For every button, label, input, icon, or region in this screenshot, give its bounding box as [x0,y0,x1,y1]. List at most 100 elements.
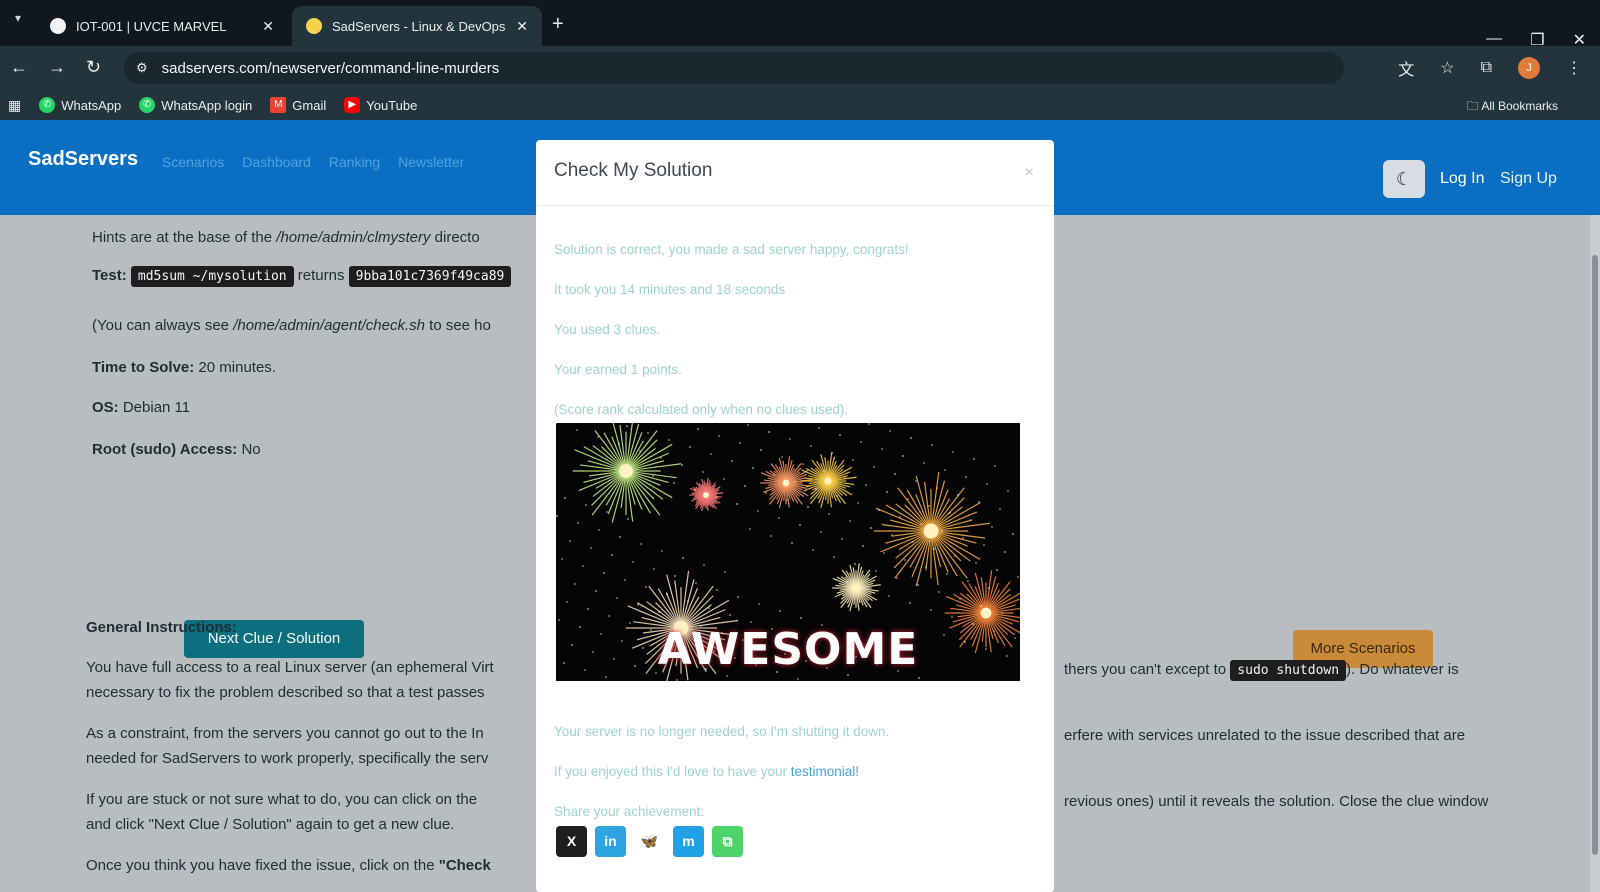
site-brand[interactable]: SadServers [28,148,138,171]
tab-iot[interactable]: IOT-001 | UVCE MARVEL ✕ [36,6,288,46]
label: OS: [92,399,119,416]
share-label: Share your achievement: [554,804,705,819]
os-line: OS: Debian 11 [92,395,190,420]
forward-icon[interactable]: → [48,58,66,76]
test-line: Test: md5sum ~/mysolution returns 9bba10… [92,263,512,289]
nav-dashboard[interactable]: Dashboard [242,154,311,170]
time-to-solve: Time to Solve: 20 minutes. [92,355,276,380]
text: ). Do whatever is [1346,661,1459,678]
menu-icon[interactable]: ⋮ [1566,58,1582,78]
bookmark-youtube[interactable]: ▶ YouTube [344,97,417,113]
site-nav-links: Scenarios Dashboard Ranking Newsletter [162,154,464,170]
back-icon[interactable]: ← [10,58,28,76]
folder-icon: 🗀 [1466,99,1479,113]
url-text[interactable]: sadservers.com/newserver/command-line-mu… [162,60,500,77]
shutdown-message: Your server is no longer needed, so I'm … [554,724,890,739]
extensions-icon[interactable]: ⧉ [1481,59,1492,77]
bookmark-label: Gmail [292,97,327,113]
check-line: (You can always see /home/admin/agent/ch… [92,313,491,338]
bookmarks-bar: ▦ ✆ WhatsApp ✆ WhatsApp login M Gmail ▶ … [0,90,1600,120]
paragraph-text: erfere with services unrelated to the is… [1064,727,1466,744]
tab-close-icon[interactable]: ✕ [516,18,528,35]
bookmark-whatsapp-login[interactable]: ✆ WhatsApp login [139,97,252,113]
bookmark-whatsapp[interactable]: ✆ WhatsApp [39,97,121,113]
bookmark-label: YouTube [366,97,418,113]
toolbar-actions: 文 ☆ ⧉ J ⋮ [1398,56,1582,80]
paragraph-text: necessary to fix the problem described s… [86,684,485,701]
bluesky-icon[interactable]: 🦋 [634,826,665,857]
result-time: It took you 14 minutes and 18 seconds [554,282,786,297]
apps-grid-icon[interactable]: ▦ [8,97,21,114]
nav-ranking[interactable]: Ranking [329,154,380,170]
scrollbar-thumb[interactable] [1592,255,1598,855]
image-caption: AWESOME [657,624,919,675]
gmail-icon: M [270,97,287,113]
value: 20 minutes. [198,359,276,376]
tab-close-icon[interactable]: ✕ [262,18,274,35]
general-instructions-heading: General Instructions: [86,615,237,640]
bookmark-star-icon[interactable]: ☆ [1440,58,1454,78]
share-buttons: X in 🦋 m ⧉ [556,826,743,857]
whatsapp-icon: ✆ [139,97,156,113]
paragraph-text: revious ones) until it reveals the solut… [1064,793,1489,810]
bookmark-gmail[interactable]: M Gmail [270,97,326,113]
shutdown-command: sudo shutdown [1230,660,1347,681]
tab-favicon [306,18,322,34]
modal-title: Check My Solution [554,160,713,181]
text: returns [297,267,345,284]
modal-header: Check My Solution × [536,140,1054,206]
signup-link[interactable]: Sign Up [1500,170,1557,188]
youtube-icon: ▶ [344,97,361,113]
hints-line: Hints are at the base of the /home/admin… [92,225,480,250]
text: If you enjoyed this I'd love to have you… [554,764,791,779]
modal-close-icon[interactable]: × [1025,164,1034,182]
text: directo [430,229,480,246]
text: (You can always see [92,317,234,334]
tab-search-icon[interactable]: ▾ [8,8,28,28]
bookmark-label: WhatsApp [61,97,122,113]
dark-mode-icon[interactable]: ☾ [1383,160,1425,198]
paragraph-text: needed for SadServers to work properly, … [86,750,489,767]
testimonial-link[interactable]: testimonial! [791,764,859,779]
mastodon-icon[interactable]: m [673,826,704,857]
label: Time to Solve: [92,359,195,376]
text: to see ho [424,317,491,334]
text: thers you can't except to [1064,661,1227,678]
label: Test: [92,267,127,284]
address-bar[interactable]: ⚙ sadservers.com/newserver/command-line-… [124,52,1344,84]
tab-title: SadServers - Linux & DevOps T [332,18,507,34]
text: Once you think you have fixed the issue,… [86,857,439,874]
profile-avatar[interactable]: J [1518,57,1540,79]
browser-toolbar: ← → ↻ ⚙ sadservers.com/newserver/command… [0,46,1600,90]
reload-icon[interactable]: ↻ [86,58,101,76]
fireworks-image: AWESOME [556,423,1020,681]
check-solution-modal: Check My Solution × Solution is correct,… [536,140,1054,892]
paragraph-text: As a constraint, from the servers you ca… [86,725,484,742]
result-clues: You used 3 clues. [554,322,661,337]
tab-title: IOT-001 | UVCE MARVEL [76,18,227,34]
linkedin-icon[interactable]: in [595,826,626,857]
copy-icon[interactable]: ⧉ [712,826,743,857]
page-scrollbar[interactable] [1590,215,1600,892]
path: /home/admin/agent/check.sh [233,317,425,334]
all-bookmarks-label: All Bookmarks [1481,99,1558,113]
heading: General Instructions: [86,619,237,636]
paragraph-text: Once you think you have fixed the issue,… [86,853,491,878]
result-correct: Solution is correct, you made a sad serv… [554,242,909,257]
paragraph-text: thers you can't except to sudo shutdown)… [1064,657,1459,683]
test-command: md5sum ~/mysolution [130,266,294,287]
x-icon[interactable]: X [556,826,587,857]
text: "Check [438,857,491,874]
tab-favicon [50,18,66,34]
tab-sadservers[interactable]: SadServers - Linux & DevOps T ✕ [292,6,542,46]
bookmark-label: WhatsApp login [161,97,253,113]
site-info-icon[interactable]: ⚙ [136,60,148,76]
text: Hints are at the base of the [92,229,277,246]
translate-icon[interactable]: 文 [1398,56,1414,80]
all-bookmarks[interactable]: 🗀 All Bookmarks [1467,97,1558,118]
root-access: Root (sudo) Access: No [92,437,261,462]
new-tab-button[interactable]: + [552,14,564,34]
login-link[interactable]: Log In [1440,170,1484,188]
nav-scenarios[interactable]: Scenarios [162,154,224,170]
nav-newsletter[interactable]: Newsletter [398,154,464,170]
